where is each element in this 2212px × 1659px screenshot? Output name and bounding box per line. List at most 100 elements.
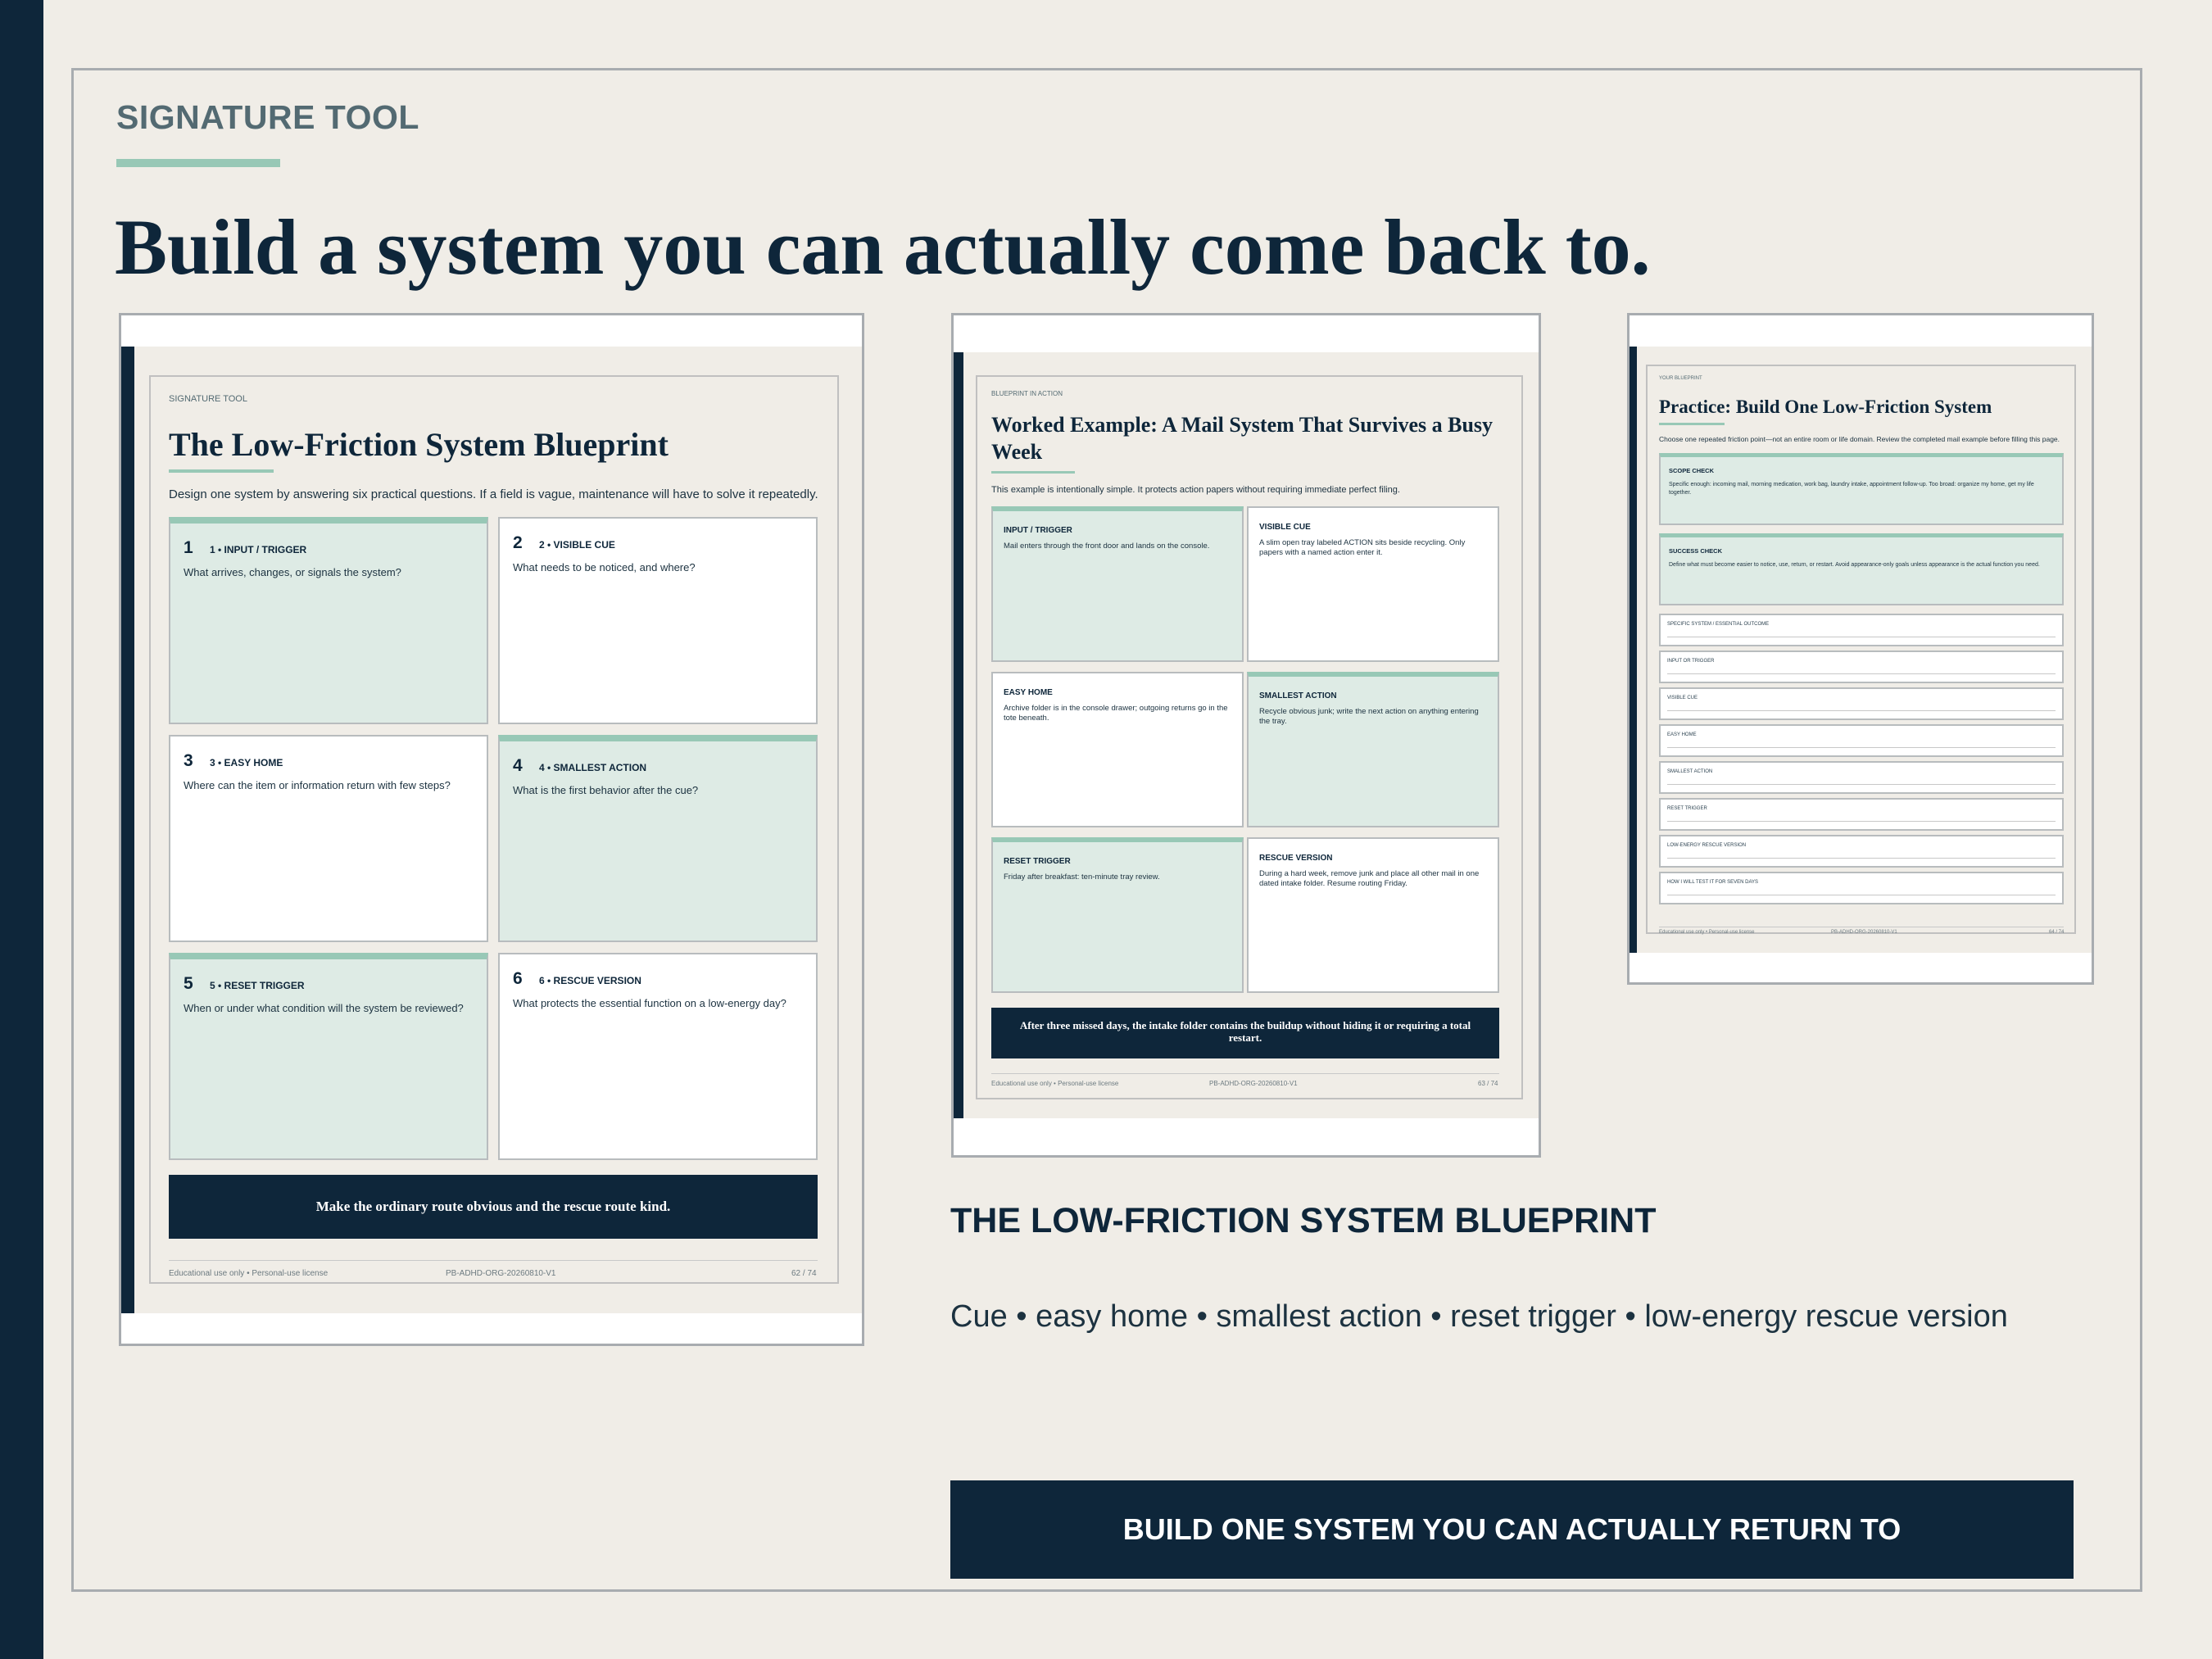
field-line	[1667, 710, 2056, 711]
preview-description: Choose one repeated friction point—not a…	[1659, 435, 2060, 443]
box-label: SCOPE CHECK	[1669, 467, 1715, 474]
preview-title: Worked Example: A Mail System That Survi…	[991, 413, 1494, 464]
preview-accent-bar	[954, 352, 963, 1118]
left-accent-bar	[0, 0, 43, 1659]
cell-label: RESCUE VERSION	[1259, 854, 1333, 863]
example-cell-rescue-version: RESCUE VERSION During a hard week, remov…	[1247, 837, 1499, 993]
question-cell-easy-home: 3 3 • EASY HOME Where can the item or inf…	[169, 735, 488, 942]
field-line	[1667, 784, 2056, 785]
question-cell-rescue-version: 6 6 • RESCUE VERSION What protects the es…	[498, 953, 818, 1160]
footer-page-number: 64 / 74	[2049, 930, 2065, 935]
field-label: EASY HOME	[1667, 732, 1697, 737]
footer-license: Educational use only • Personal-use lice…	[169, 1269, 329, 1278]
cell-question: What needs to be noticed, and where?	[513, 561, 696, 573]
question-cell-smallest-action: 4 4 • SMALLEST ACTION What is the first b…	[498, 735, 818, 942]
preview-banner: After three missed days, the intake fold…	[991, 1008, 1499, 1058]
preview-accent-bar	[1630, 347, 1637, 953]
footer-page-number: 63 / 74	[1478, 1080, 1498, 1087]
field-label: SMALLEST ACTION	[1667, 769, 1713, 774]
cell-text: Archive folder is in the console drawer;…	[1004, 704, 1228, 723]
form-field: LOW-ENERGY RESCUE VERSION	[1659, 835, 2064, 868]
cell-number: 1	[184, 538, 193, 557]
preview-banner: Make the ordinary route obvious and the …	[169, 1175, 818, 1239]
preview-title-rule	[991, 471, 1075, 474]
example-cell-reset-trigger: RESET TRIGGER Friday after breakfast: te…	[991, 837, 1244, 993]
form-field: VISIBLE CUE	[1659, 687, 2064, 720]
preview-title-rule	[169, 469, 274, 473]
cell-question: What protects the essential function on …	[513, 997, 786, 1009]
form-field: HOW I WILL TEST IT FOR SEVEN DAYS	[1659, 872, 2064, 904]
scope-check-box: SCOPE CHECK Specific enough: incoming ma…	[1659, 453, 2064, 525]
field-label: LOW-ENERGY RESCUE VERSION	[1667, 843, 1747, 848]
box-text: Define what must become easier to notice…	[1669, 562, 2040, 568]
cell-label: SMALLEST ACTION	[1259, 691, 1337, 700]
footer-code: PB-ADHD-ORG-20260810-V1	[1831, 930, 1897, 935]
example-cell-easy-home: EASY HOME Archive folder is in the conso…	[991, 672, 1244, 827]
page-preview-worked-example: BLUEPRINT IN ACTION Worked Example: A Ma…	[951, 313, 1541, 1158]
cell-question: What is the first behavior after the cue…	[513, 784, 699, 796]
field-label: RESET TRIGGER	[1667, 806, 1707, 811]
footer-code: PB-ADHD-ORG-20260810-V1	[446, 1269, 556, 1278]
field-label: SPECIFIC SYSTEM / ESSENTIAL OUTCOME	[1667, 622, 1770, 627]
preview-title-rule	[1659, 423, 1725, 425]
field-label: HOW I WILL TEST IT FOR SEVEN DAYS	[1667, 880, 1759, 885]
footer-rule	[169, 1260, 818, 1261]
preview-page: BLUEPRINT IN ACTION Worked Example: A Ma…	[954, 352, 1539, 1118]
form-field: EASY HOME	[1659, 724, 2064, 757]
form-field: SMALLEST ACTION	[1659, 761, 2064, 794]
preview-eyebrow: SIGNATURE TOOL	[169, 394, 247, 404]
cell-text: Mail enters through the front door and l…	[1004, 542, 1210, 551]
preview-page: SIGNATURE TOOL The Low-Friction System B…	[121, 347, 862, 1313]
preview-eyebrow: BLUEPRINT IN ACTION	[991, 390, 1063, 397]
form-field: SPECIFIC SYSTEM / ESSENTIAL OUTCOME	[1659, 614, 2064, 646]
preview-title: Practice: Build One Low-Friction System	[1659, 397, 1992, 417]
cell-number: 5	[184, 974, 193, 993]
cell-label: RESET TRIGGER	[1004, 857, 1071, 866]
cell-label: VISIBLE CUE	[1259, 523, 1311, 532]
preview-accent-bar	[121, 347, 134, 1313]
cell-text: Friday after breakfast: ten-minute tray …	[1004, 873, 1160, 882]
cell-number: 2	[513, 533, 523, 552]
preview-title: The Low-Friction System Blueprint	[169, 426, 669, 463]
example-cell-input-trigger: INPUT / TRIGGER Mail enters through the …	[991, 506, 1244, 662]
cell-question: What arrives, changes, or signals the sy…	[184, 566, 401, 578]
form-field: RESET TRIGGER	[1659, 798, 2064, 831]
cell-number: 6	[513, 969, 523, 988]
cell-label: 1 • INPUT / TRIGGER	[210, 544, 307, 555]
form-field: INPUT OR TRIGGER	[1659, 650, 2064, 683]
page-headline: Build a system you can actually come bac…	[115, 203, 1651, 291]
field-line	[1667, 821, 2056, 822]
preview-description: This example is intentionally simple. It…	[991, 485, 1400, 495]
box-label: SUCCESS CHECK	[1669, 547, 1723, 555]
success-check-box: SUCCESS CHECK Define what must become ea…	[1659, 533, 2064, 605]
cell-text: A slim open tray labeled ACTION sits bes…	[1259, 538, 1466, 557]
footer-page-number: 62 / 74	[791, 1269, 817, 1278]
eyebrow-rule	[116, 159, 280, 167]
cell-label: 2 • VISIBLE CUE	[539, 539, 615, 551]
cell-number: 4	[513, 756, 523, 775]
preview-eyebrow: YOUR BLUEPRINT	[1659, 376, 1702, 381]
footer-license: Educational use only • Personal-use lice…	[991, 1080, 1119, 1087]
footer-license: Educational use only • Personal-use lice…	[1659, 930, 1755, 935]
field-line	[1667, 673, 2056, 674]
question-cell-input-trigger: 1 1 • INPUT / TRIGGER What arrives, chang…	[169, 517, 488, 724]
example-cell-smallest-action: SMALLEST ACTION Recycle obvious junk; wr…	[1247, 672, 1499, 827]
preview-description: Design one system by answering six pract…	[169, 487, 818, 501]
footer-code: PB-ADHD-ORG-20260810-V1	[1209, 1080, 1298, 1087]
field-line	[1667, 858, 2056, 859]
cell-question: Where can the item or information return…	[184, 779, 451, 791]
question-cell-reset-trigger: 5 5 • RESET TRIGGER When or under what co…	[169, 953, 488, 1160]
cell-label: 3 • EASY HOME	[210, 757, 283, 768]
page-preview-practice: YOUR BLUEPRINT Practice: Build One Low-F…	[1627, 313, 2094, 985]
cell-label: 5 • RESET TRIGGER	[210, 980, 305, 991]
cell-label: 6 • RESCUE VERSION	[539, 975, 641, 986]
section-title: THE LOW-FRICTION SYSTEM BLUEPRINT	[950, 1201, 1657, 1240]
footer-rule	[991, 1073, 1499, 1074]
field-line	[1667, 747, 2056, 748]
section-subtitle: Cue • easy home • smallest action • rese…	[950, 1299, 2008, 1334]
cell-question: When or under what condition will the sy…	[184, 1002, 464, 1014]
field-label: INPUT OR TRIGGER	[1667, 659, 1715, 664]
box-text: Specific enough: incoming mail, morning …	[1669, 482, 2034, 496]
cta-banner: BUILD ONE SYSTEM YOU CAN ACTUALLY RETURN…	[950, 1480, 2074, 1579]
cell-label: 4 • SMALLEST ACTION	[539, 762, 647, 773]
